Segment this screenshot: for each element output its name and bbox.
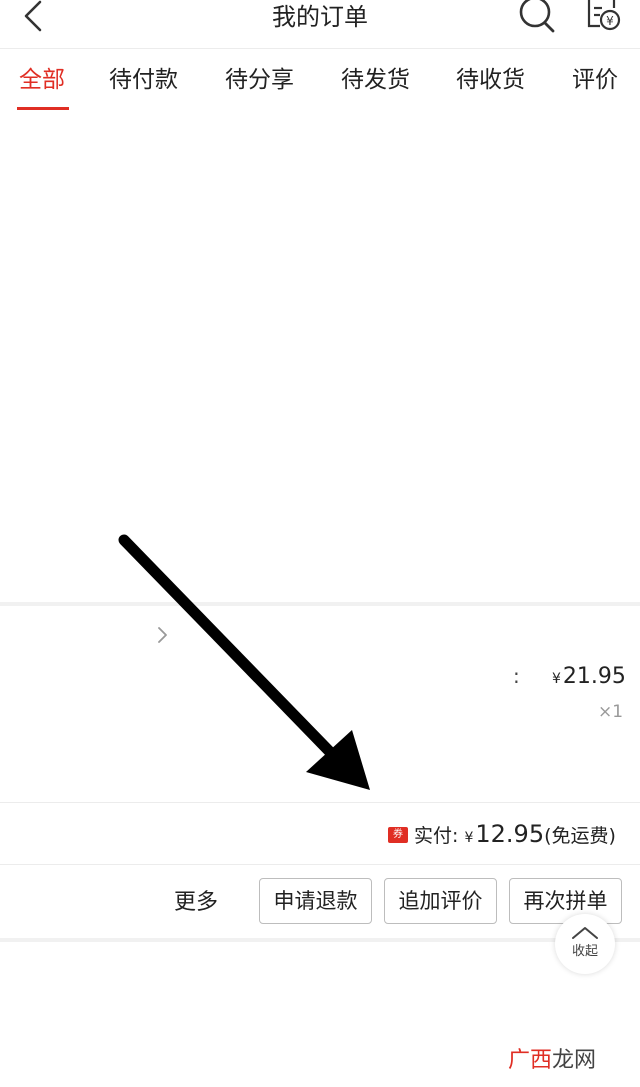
store-chevron[interactable] [154, 624, 172, 646]
more-button[interactable]: 更多 [174, 884, 218, 916]
svg-text:¥: ¥ [606, 14, 614, 28]
watermark-part1: 广西 [508, 1048, 553, 1073]
chevron-right-icon [158, 627, 167, 643]
text-fragment: : [513, 664, 520, 688]
paid-amount: 12.95 [475, 820, 545, 848]
watermark-part2: 龙网 [552, 1048, 597, 1073]
section-divider [0, 602, 640, 606]
paid-label: 实付: [414, 825, 459, 847]
currency-symbol: ¥ [464, 830, 474, 846]
item-price: ¥21.95 [552, 664, 626, 689]
receipt-yen-icon: ¥ [587, 0, 621, 31]
watermark-logo: 广西龙网 [508, 1042, 596, 1074]
collapse-label: 收起 [571, 944, 598, 959]
bill-button[interactable]: ¥ [586, 0, 622, 36]
row-divider [0, 864, 640, 865]
tab-pending-receipt[interactable]: 待收货 [456, 62, 525, 98]
tab-all[interactable]: 全部 [19, 62, 65, 98]
top-nav-bar: 我的订单 ¥ [0, 0, 640, 49]
price-value: 21.95 [562, 664, 626, 689]
paid-total: 实付: ¥12.95(免运费) [414, 818, 616, 854]
item-quantity: ×1 [598, 702, 624, 722]
section-divider [0, 938, 640, 942]
tab-pending-share[interactable]: 待分享 [225, 62, 294, 98]
search-button[interactable] [515, 0, 559, 36]
shipping-note: (免运费) [544, 825, 616, 847]
row-divider [0, 802, 640, 803]
search-icon [519, 0, 555, 33]
refund-button[interactable]: 申请退款 [259, 878, 372, 924]
active-tab-indicator [17, 107, 69, 110]
tab-pending-payment[interactable]: 待付款 [109, 62, 178, 98]
coupon-badge: 券 [388, 827, 408, 843]
add-review-button[interactable]: 追加评价 [384, 878, 497, 924]
currency-symbol: ¥ [552, 671, 561, 687]
tab-pending-shipment[interactable]: 待发货 [341, 62, 410, 98]
collapse-button[interactable]: 收起 [555, 914, 615, 974]
tab-review[interactable]: 评价 [572, 62, 618, 98]
order-status-tabs: 全部 待付款 待分享 待发货 待收货 评价 [0, 48, 640, 118]
